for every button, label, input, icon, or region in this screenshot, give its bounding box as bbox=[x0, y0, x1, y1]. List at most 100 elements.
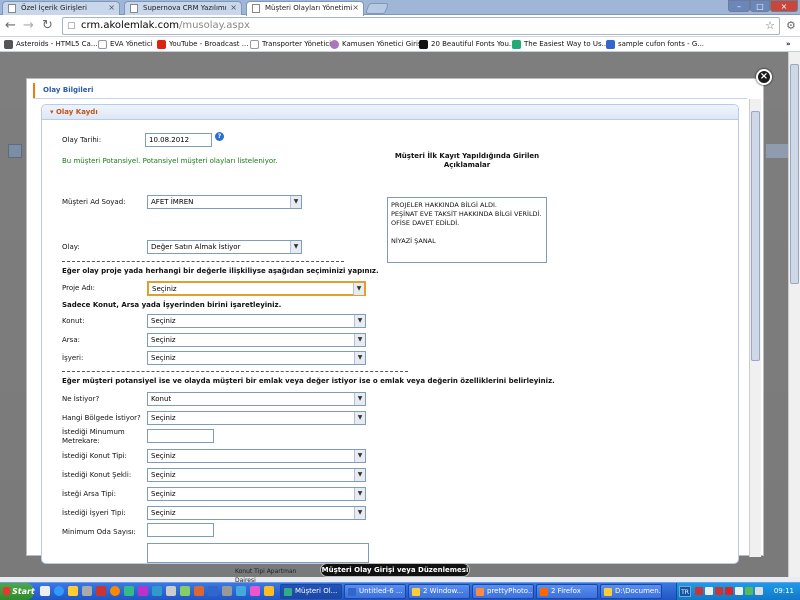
land-type-select[interactable]: Seçiniz ▼ bbox=[147, 487, 366, 501]
dropdown-arrow-icon: ▼ bbox=[354, 450, 365, 462]
extra-field[interactable] bbox=[147, 543, 369, 563]
help-icon[interactable]: ? bbox=[215, 132, 224, 141]
app-icon[interactable] bbox=[222, 586, 232, 596]
desktop-icon[interactable] bbox=[40, 586, 50, 596]
isyeri-label: İşyeri: bbox=[62, 354, 84, 362]
address-bar[interactable]: ▢ crm.akolemlak.com/musolay.aspx ☆ bbox=[62, 17, 780, 35]
task-button-prettyphoto[interactable]: prettyPhoto... bbox=[472, 584, 534, 599]
browser-tab-2[interactable]: Supernova CRM Yazılımı × bbox=[124, 1, 242, 15]
chrome-icon[interactable] bbox=[124, 586, 134, 596]
bookmark-item[interactable]: sample cufon fonts - G... bbox=[606, 38, 704, 50]
scroll-thumb[interactable] bbox=[751, 111, 760, 361]
tray-icon[interactable] bbox=[715, 587, 723, 595]
tray-icon[interactable] bbox=[695, 587, 703, 595]
window-close-button[interactable]: × bbox=[770, 0, 798, 12]
firefox-icon[interactable] bbox=[110, 586, 120, 596]
bookmark-item[interactable]: Kamusen Yönetici Girişi bbox=[330, 38, 424, 50]
scroll-thumb[interactable] bbox=[790, 64, 799, 284]
app-icon[interactable] bbox=[180, 586, 190, 596]
bookmark-item[interactable]: EVA Yönetici bbox=[98, 38, 153, 50]
dropdown-arrow-icon: ▼ bbox=[353, 283, 364, 295]
bookmark-item[interactable]: Transporter Yönetici bbox=[250, 38, 331, 50]
bookmark-item[interactable]: Asteroids - HTML5 Ca... bbox=[4, 38, 98, 50]
browser-tab-3[interactable]: Müşteri Olayları Yönetimi × bbox=[246, 1, 364, 16]
reload-icon[interactable]: ↻ bbox=[42, 18, 53, 34]
folder-icon[interactable] bbox=[68, 586, 78, 596]
forward-arrow-icon[interactable]: → bbox=[23, 18, 34, 34]
app-icon[interactable] bbox=[96, 586, 106, 596]
app-icon[interactable] bbox=[194, 586, 204, 596]
modal-scrollbar[interactable] bbox=[749, 99, 761, 557]
app-icon[interactable] bbox=[138, 586, 148, 596]
task-button-firefox[interactable]: 2 Firefox bbox=[536, 584, 598, 599]
task-button-explorer[interactable]: 2 Window... bbox=[408, 584, 470, 599]
ie-icon[interactable] bbox=[54, 586, 64, 596]
close-icon[interactable]: × bbox=[756, 69, 772, 85]
task-button-chrome[interactable]: Müşteri Ol... bbox=[280, 584, 342, 599]
volume-icon[interactable] bbox=[755, 587, 763, 595]
background-widget bbox=[8, 144, 22, 158]
workplace-type-select[interactable]: Seçiniz ▼ bbox=[147, 506, 366, 520]
tray-icon[interactable] bbox=[745, 587, 753, 595]
app-icon[interactable] bbox=[264, 586, 274, 596]
wants-select[interactable]: Konut ▼ bbox=[147, 392, 366, 406]
minimize-button[interactable]: – bbox=[728, 0, 750, 12]
browser-tab-1[interactable]: Özel İçerik Girişleri × bbox=[2, 1, 120, 15]
browser-toolbar: ← → ↻ ▢ crm.akolemlak.com/musolay.aspx ☆… bbox=[0, 15, 800, 37]
tray-icon[interactable] bbox=[725, 587, 733, 595]
new-tab-button[interactable] bbox=[364, 3, 390, 14]
isyeri-select[interactable]: Seçiniz ▼ bbox=[147, 351, 366, 365]
bookmark-item[interactable]: The Easiest Way to Us... bbox=[512, 38, 608, 50]
min-area-input[interactable] bbox=[147, 429, 214, 443]
bookmark-item[interactable]: 20 Beautiful Fonts You... bbox=[419, 38, 516, 50]
wrench-icon[interactable]: ⚙ bbox=[786, 18, 796, 34]
arsa-select[interactable]: Seçiniz ▼ bbox=[147, 333, 366, 347]
divider bbox=[33, 98, 747, 99]
dropdown-arrow-icon: ▼ bbox=[354, 488, 365, 500]
back-arrow-icon[interactable]: ← bbox=[5, 18, 16, 34]
min-rooms-input[interactable] bbox=[147, 523, 214, 537]
page-scrollbar[interactable] bbox=[788, 52, 800, 577]
min-area-label-2: Metrekare: bbox=[62, 437, 100, 445]
tray-icon[interactable] bbox=[705, 587, 713, 595]
bookmark-item[interactable]: YouTube - Broadcast ... bbox=[157, 38, 248, 50]
background-widget bbox=[766, 144, 788, 158]
project-heading: Eğer olay proje yada herhangi bir değerl… bbox=[62, 267, 379, 275]
housing-shape-select[interactable]: Seçiniz ▼ bbox=[147, 468, 366, 482]
konut-select[interactable]: Seçiniz ▼ bbox=[147, 314, 366, 328]
start-button[interactable]: Start bbox=[0, 583, 35, 600]
task-button-photoshop[interactable]: Untitled-6 ... bbox=[344, 584, 406, 599]
app-icon[interactable] bbox=[166, 586, 176, 596]
site-icon bbox=[512, 40, 521, 49]
event-date-input[interactable]: 10.08.2012 bbox=[145, 133, 212, 147]
firefox-icon bbox=[540, 588, 548, 596]
project-label: Proje Adı: bbox=[62, 284, 95, 292]
housing-shape-label: İstediği Konut Şekli: bbox=[62, 471, 132, 479]
close-tab-icon[interactable]: × bbox=[230, 2, 237, 14]
more-bookmarks-icon[interactable]: » bbox=[786, 38, 791, 50]
customer-select[interactable]: AFET İMREN ▼ bbox=[147, 195, 302, 209]
language-indicator[interactable]: TR bbox=[679, 586, 691, 597]
panel-header[interactable]: ▾ Olay Kaydı bbox=[42, 105, 738, 120]
star-icon[interactable]: ☆ bbox=[765, 18, 775, 34]
app-icon[interactable] bbox=[152, 586, 162, 596]
page-icon bbox=[130, 4, 138, 13]
app-icon[interactable] bbox=[82, 586, 92, 596]
modal-caption: Müşteri Olay Girişi veya Düzenlemesi bbox=[320, 563, 470, 577]
app-icon[interactable] bbox=[208, 586, 218, 596]
app-icon[interactable] bbox=[250, 586, 260, 596]
region-select[interactable]: Seçiniz ▼ bbox=[147, 411, 366, 425]
dropdown-arrow-icon: ▼ bbox=[354, 469, 365, 481]
dropdown-arrow-icon: ▼ bbox=[290, 196, 301, 208]
event-type-select[interactable]: Değer Satın Almak İstiyor ▼ bbox=[147, 240, 302, 254]
initial-notes-textarea[interactable]: PROJELER HAKKINDA BİLGİ ALDI. PEŞİNAT EV… bbox=[387, 197, 547, 263]
app-icon[interactable] bbox=[236, 586, 246, 596]
housing-type-select[interactable]: Seçiniz ▼ bbox=[147, 449, 366, 463]
housing-type-label: İstediği Konut Tipi: bbox=[62, 452, 127, 460]
close-tab-icon[interactable]: × bbox=[352, 2, 359, 14]
maximize-button[interactable]: □ bbox=[750, 0, 770, 12]
tray-icon[interactable] bbox=[735, 587, 743, 595]
project-select[interactable]: Seçiniz ▼ bbox=[147, 281, 366, 296]
close-tab-icon[interactable]: × bbox=[108, 2, 115, 14]
task-button-documents[interactable]: D:\Documen... bbox=[600, 584, 662, 599]
